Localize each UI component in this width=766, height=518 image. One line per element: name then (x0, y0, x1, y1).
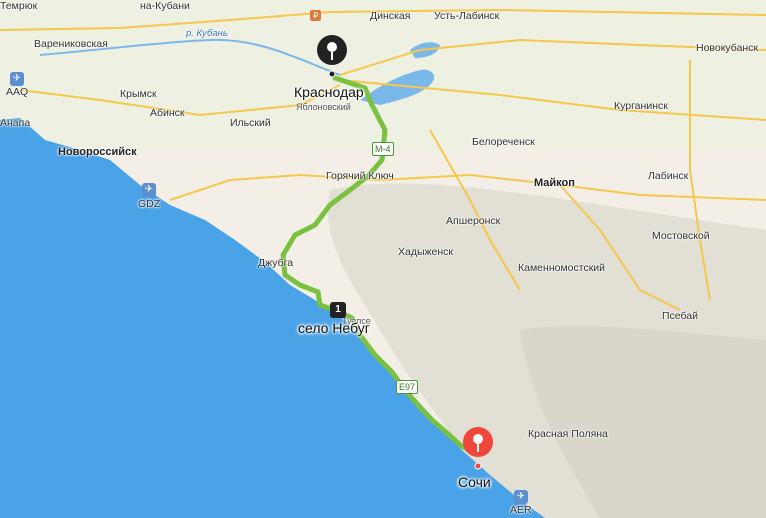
airplane-icon[interactable]: ✈ (142, 183, 156, 197)
red-pin-icon[interactable] (462, 426, 494, 470)
waypoint-label: село Небуг (298, 320, 370, 336)
road-m4-shield: М-4 (372, 142, 394, 156)
airplane-icon[interactable]: ✈ (10, 72, 24, 86)
end-label: Сочи (458, 474, 491, 490)
start-sublabel: Яблоновский (296, 102, 351, 112)
road-e97-shield: E97 (396, 380, 419, 394)
black-pin-icon[interactable] (316, 34, 348, 78)
map-canvas[interactable] (0, 0, 766, 518)
poi-icon[interactable]: ₽ (310, 10, 321, 21)
waypoint-marker[interactable]: 1 (330, 302, 346, 318)
airplane-icon[interactable]: ✈ (514, 490, 528, 504)
start-label: Краснодар (294, 84, 364, 100)
